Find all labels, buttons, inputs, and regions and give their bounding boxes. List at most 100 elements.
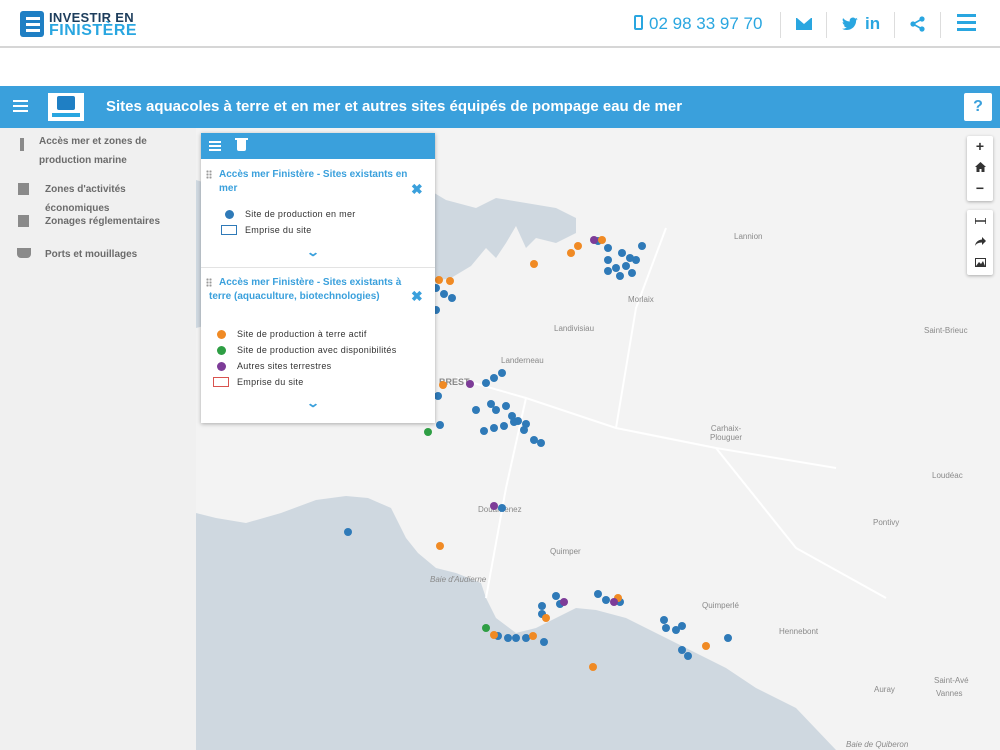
close-icon[interactable]: ✖	[411, 181, 423, 198]
home-icon	[974, 162, 986, 172]
sea-site-marker	[472, 406, 480, 414]
land-active-marker	[574, 242, 582, 250]
land-active-marker	[589, 663, 597, 671]
sea-site-marker	[490, 424, 498, 432]
layers-menu-icon[interactable]	[13, 100, 28, 115]
sea-site-marker	[522, 634, 530, 642]
land-active-marker	[598, 236, 606, 244]
info-icon	[20, 138, 24, 151]
sea-site-marker	[678, 622, 686, 630]
legend-panel: Accès mer Finistère - Sites existants en…	[201, 133, 435, 423]
sidebar-item-zonages[interactable]: Zonages réglementaires	[0, 212, 196, 232]
sea-site-marker	[612, 264, 620, 272]
close-icon[interactable]: ✖	[411, 288, 423, 305]
sea-site-marker	[537, 439, 545, 447]
land-active-marker	[436, 542, 444, 550]
land-active-marker	[435, 276, 443, 284]
layer-sidebar: Accès mer et zones de production marine …	[0, 128, 196, 750]
image-icon	[974, 258, 986, 267]
divider	[940, 12, 941, 38]
legend-section-title: Accès mer Finistère - Sites existants à …	[209, 277, 402, 302]
land-available-marker	[482, 624, 490, 632]
chevron-down-icon[interactable]: ⌄	[306, 245, 320, 259]
envelope-icon[interactable]	[796, 18, 812, 30]
help-button[interactable]: ?	[964, 93, 992, 121]
sea-site-marker	[540, 638, 548, 646]
legend-item-label: Emprise du site	[245, 225, 312, 235]
sea-site-marker	[724, 634, 732, 642]
share-icon[interactable]	[910, 16, 925, 32]
zoom-controls: + −	[967, 136, 993, 201]
legend-item-label: Autres sites terrestres	[237, 361, 332, 371]
land-active-marker	[439, 381, 447, 389]
sea-site-marker	[604, 244, 612, 252]
sea-site-marker	[504, 634, 512, 642]
land-active-marker	[702, 642, 710, 650]
sea-site-marker	[616, 272, 624, 280]
sea-site-marker	[502, 402, 510, 410]
sea-site-marker	[628, 269, 636, 277]
phone-icon	[634, 15, 643, 30]
sea-site-marker	[498, 369, 506, 377]
sea-site-marker	[618, 249, 626, 257]
land-active-marker	[530, 260, 538, 268]
sea-site-marker	[678, 646, 686, 654]
sea-site-marker	[440, 290, 448, 298]
legend-item-label: Site de production avec disponibilités	[237, 345, 397, 355]
legend-section-title: Accès mer Finistère - Sites existants en…	[219, 169, 408, 194]
sea-site-marker	[538, 602, 546, 610]
legend-dot	[225, 210, 234, 219]
other-site-marker	[610, 598, 618, 606]
hamburger-menu-icon[interactable]	[957, 14, 976, 32]
chevron-down-icon[interactable]: ⌄	[306, 396, 320, 410]
logo-mark-icon	[20, 11, 44, 37]
other-site-marker	[560, 598, 568, 606]
sea-site-marker	[520, 426, 528, 434]
sea-site-marker	[492, 406, 500, 414]
sea-site-marker	[500, 422, 508, 430]
twitter-icon[interactable]	[842, 17, 858, 31]
land-active-marker	[567, 249, 575, 257]
measure-button[interactable]	[967, 210, 993, 231]
sidebar-item-acces-mer[interactable]: Accès mer et zones de production marine	[0, 132, 196, 172]
sea-site-marker	[512, 634, 520, 642]
investir-finistere-logo[interactable]: INVESTIR EN FINISTÈRE	[20, 10, 154, 39]
sea-site-marker	[594, 590, 602, 598]
list-icon[interactable]	[209, 141, 221, 153]
sidebar-item-zones-activites[interactable]: Zones d'activités économiques	[0, 180, 196, 214]
sea-site-marker	[662, 624, 670, 632]
legend-section-land: Accès mer Finistère - Sites existants à …	[201, 268, 435, 423]
sea-site-marker	[498, 504, 506, 512]
phone-number-link[interactable]: 02 98 33 97 70	[634, 14, 762, 34]
building-icon	[18, 183, 29, 195]
land-active-marker	[529, 632, 537, 640]
land-available-markers	[424, 428, 490, 632]
trash-icon[interactable]	[235, 138, 248, 151]
other-site-markers	[466, 236, 618, 606]
legend-box	[221, 225, 237, 235]
sea-site-marker	[552, 592, 560, 600]
zoom-out-button[interactable]: −	[967, 178, 993, 199]
land-active-marker	[542, 614, 550, 622]
sea-site-marker	[482, 379, 490, 387]
share-arrow-icon	[974, 237, 986, 246]
tool-controls	[967, 210, 993, 275]
share-arrow-button[interactable]	[967, 231, 993, 252]
drag-handle-icon[interactable]	[206, 170, 212, 179]
linkedin-icon[interactable]: in	[865, 14, 880, 34]
legend-toolbar	[201, 133, 435, 159]
legend-section-sea: Accès mer Finistère - Sites existants en…	[201, 159, 435, 268]
home-button[interactable]	[967, 157, 993, 178]
divider	[826, 12, 827, 38]
land-active-marker	[490, 631, 498, 639]
legend-dot	[217, 346, 226, 355]
zoom-in-button[interactable]: +	[967, 136, 993, 157]
book-icon	[18, 215, 29, 227]
export-image-button[interactable]	[967, 252, 993, 273]
other-site-marker	[590, 236, 598, 244]
map-title-bar: Sites aquacoles à terre et en mer et aut…	[0, 86, 1000, 128]
legend-item-label: Site de production à terre actif	[237, 329, 367, 339]
map-logo	[48, 93, 84, 121]
sidebar-item-ports[interactable]: Ports et mouillages	[0, 245, 196, 265]
sea-site-marker	[626, 254, 634, 262]
